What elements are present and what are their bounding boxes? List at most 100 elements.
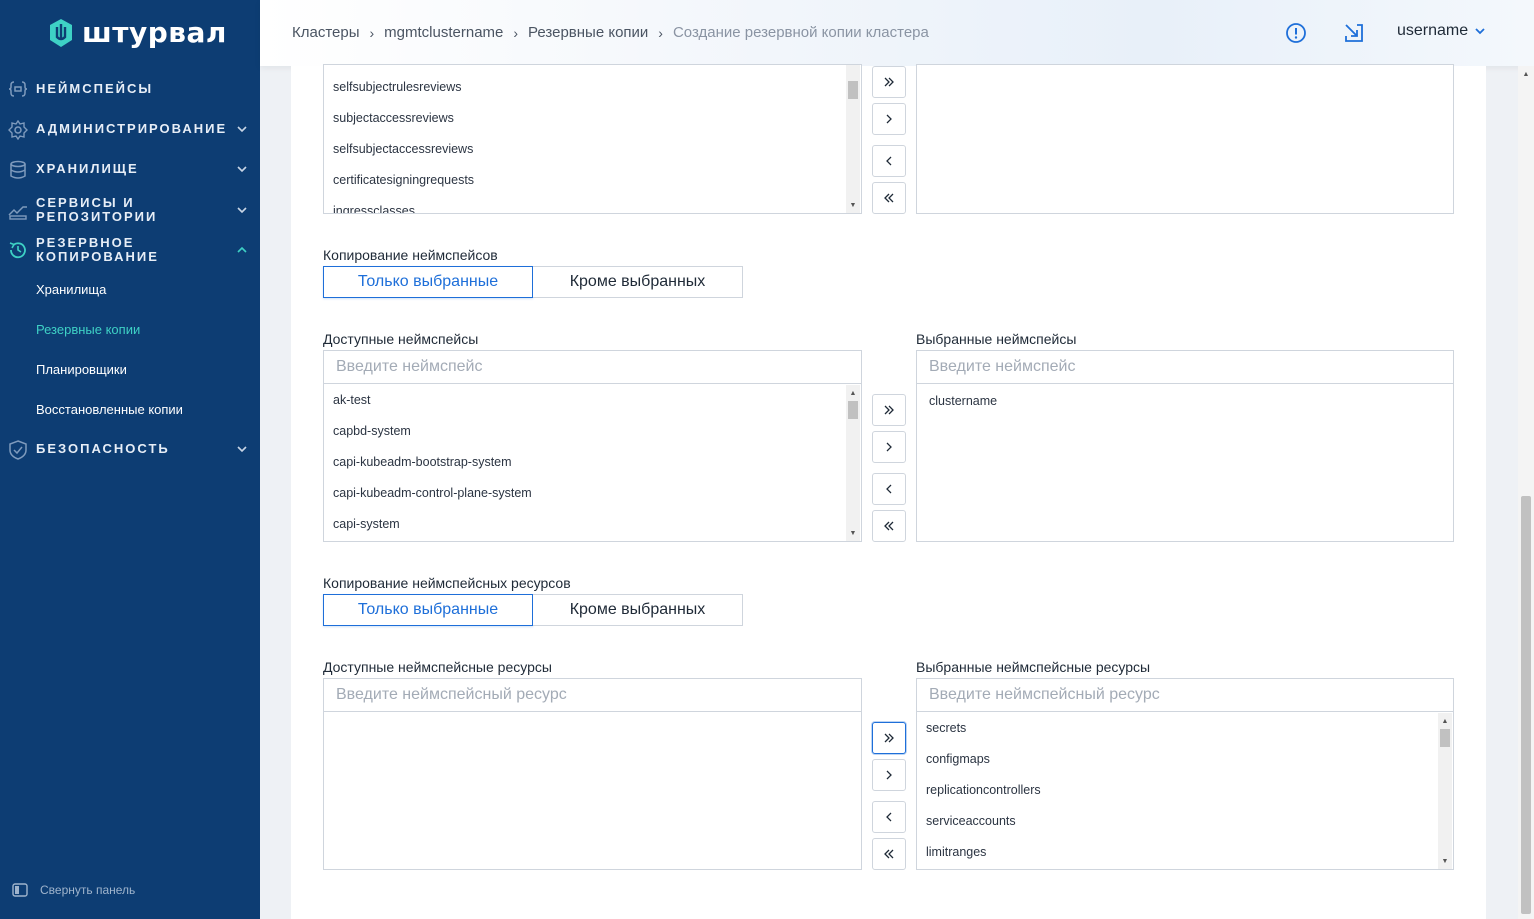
ns-move-all-left-button[interactable]: [872, 510, 906, 542]
res-copy-only-selected[interactable]: Только выбранные: [323, 594, 533, 626]
res-move-all-left-button[interactable]: [872, 838, 906, 870]
list-item[interactable]: capi-system: [324, 509, 845, 540]
brand-name: штурвал: [82, 16, 227, 49]
ns-available-list[interactable]: ak-test capbd-system capi-kubeadm-bootst…: [324, 385, 845, 541]
res-move-left-button[interactable]: [872, 801, 906, 833]
ns-move-right-button[interactable]: [872, 431, 906, 463]
scrollbar-thumb[interactable]: [848, 401, 858, 419]
ns-move-all-right-button[interactable]: [872, 394, 906, 426]
sidebar-subitem-schedulers[interactable]: Планировщики: [36, 362, 127, 377]
move-all-left-button[interactable]: [872, 182, 906, 214]
ns-available-label: Доступные неймспейсы: [323, 331, 479, 347]
ns-selected-search-input[interactable]: [917, 351, 1453, 383]
chevron-right-icon: ›: [513, 24, 519, 41]
res-copy-except-selected[interactable]: Кроме выбранных: [533, 594, 743, 626]
list-item[interactable]: ingressclasses: [324, 196, 845, 213]
sidebar-item-storage[interactable]: Хранилище: [0, 160, 260, 179]
sidebar-item-label: Администрирование: [36, 121, 228, 136]
sidebar-subitem-restores[interactable]: Восстановленные копии: [36, 402, 183, 417]
list-item[interactable]: certificatesigningrequests: [324, 165, 845, 196]
sidebar-item-label: Безопасность: [36, 441, 170, 456]
double-chevron-right-icon: [884, 77, 894, 87]
logo[interactable]: штурвал: [48, 16, 227, 49]
sidebar-subitem-backups[interactable]: Резервные копии: [36, 322, 140, 337]
list-item[interactable]: serviceaccounts: [917, 806, 1437, 837]
res-selected-label: Выбранные неймспейсные ресурсы: [916, 659, 1151, 675]
external-link-icon[interactable]: [1343, 22, 1365, 44]
ns-selected-box: clustername: [916, 350, 1454, 542]
chevron-down-icon: [237, 446, 247, 453]
list-item[interactable]: ak-test: [324, 385, 845, 416]
list-item[interactable]: limitranges: [917, 837, 1437, 868]
ns-available-search-input[interactable]: [324, 351, 861, 383]
list-item[interactable]: clustername: [920, 386, 1453, 417]
list-item[interactable]: selfsubjectaccessreviews: [324, 134, 845, 165]
page-scrollbar[interactable]: ▲: [1518, 66, 1534, 919]
collapse-label: Свернуть панель: [40, 883, 136, 897]
move-all-right-button[interactable]: [872, 66, 906, 98]
breadcrumb-cluster[interactable]: mgmtclustername: [384, 24, 503, 41]
ns-available-search: [324, 351, 861, 384]
scrollbar-thumb[interactable]: [1440, 729, 1450, 747]
page-scrollbar-thumb[interactable]: [1521, 496, 1531, 914]
res-copy-mode: Только выбранные Кроме выбранных: [323, 594, 743, 626]
list-item[interactable]: replicationcontrollers: [917, 775, 1437, 806]
chevron-right-icon: ›: [658, 24, 663, 41]
list[interactable]: selfsubjectrulesreviews subjectaccessrev…: [324, 72, 845, 213]
username: username: [1397, 22, 1469, 39]
ns-selected-list[interactable]: clustername: [920, 386, 1453, 541]
res-selected-search-input[interactable]: [917, 679, 1453, 711]
chevron-right-icon: [886, 770, 892, 780]
scrollbar[interactable]: ▼: [846, 65, 860, 213]
res-available-list[interactable]: [324, 713, 861, 869]
ns-copy-only-selected[interactable]: Только выбранные: [323, 266, 533, 298]
ns-copy-label: Копирование неймспейсов: [323, 247, 498, 263]
breadcrumb-backups[interactable]: Резервные копии: [528, 24, 648, 41]
cluster-resources-selected-list[interactable]: [916, 64, 1454, 214]
res-move-all-right-button[interactable]: [872, 722, 906, 754]
sidebar-item-services[interactable]: Сервисы и репозитории: [0, 196, 260, 224]
scrollbar[interactable]: ▲ ▼: [846, 385, 860, 541]
list-item[interactable]: selfsubjectrulesreviews: [324, 72, 845, 103]
user-menu[interactable]: username: [1397, 22, 1486, 40]
breadcrumb-current: Создание резервной копии кластера: [672, 24, 929, 41]
scroll-down-icon[interactable]: ▼: [846, 527, 860, 539]
move-right-button[interactable]: [872, 103, 906, 135]
chevron-right-icon: ›: [369, 24, 375, 41]
chevron-down-icon: [237, 126, 247, 133]
scroll-up-icon[interactable]: ▲: [1438, 715, 1452, 727]
list-item[interactable]: configmaps: [917, 744, 1437, 775]
list-item[interactable]: capbd-system: [324, 416, 845, 447]
double-chevron-left-icon: [884, 849, 894, 859]
sidebar-item-backup[interactable]: Резервное копирование: [0, 236, 260, 264]
alert-icon[interactable]: [1285, 22, 1307, 44]
collapse-sidebar-button[interactable]: Свернуть панель: [12, 882, 135, 898]
scrollbar[interactable]: ▲ ▼: [1438, 713, 1452, 869]
scroll-up-icon[interactable]: ▲: [1518, 68, 1534, 80]
scroll-up-icon[interactable]: ▲: [846, 387, 860, 399]
sidebar-subitem-storages[interactable]: Хранилища: [36, 282, 106, 297]
sidebar-item-namespaces[interactable]: Неймспейсы: [0, 80, 260, 98]
sidebar-item-security[interactable]: Безопасность: [0, 440, 260, 460]
list-item[interactable]: secrets: [917, 713, 1437, 744]
res-selected-list[interactable]: secrets configmaps replicationcontroller…: [917, 713, 1437, 869]
ns-copy-except-selected[interactable]: Кроме выбранных: [533, 266, 743, 298]
res-available-search: [324, 679, 861, 712]
scroll-down-icon[interactable]: ▼: [1438, 855, 1452, 867]
scrollbar-thumb[interactable]: [848, 81, 858, 99]
chevron-right-icon: [886, 442, 892, 452]
res-move-right-button[interactable]: [872, 759, 906, 791]
move-left-button[interactable]: [872, 145, 906, 177]
logo-icon: [50, 18, 72, 47]
panel-icon: [12, 883, 28, 897]
list-item[interactable]: capi-kubeadm-bootstrap-system: [324, 447, 845, 478]
chevron-down-icon: [237, 207, 247, 214]
res-available-search-input[interactable]: [324, 679, 861, 711]
breadcrumb-clusters[interactable]: Кластеры: [292, 24, 360, 41]
list-item[interactable]: capi-kubeadm-control-plane-system: [324, 478, 845, 509]
chevron-down-icon: [1475, 28, 1485, 35]
list-item[interactable]: subjectaccessreviews: [324, 103, 845, 134]
scroll-down-icon[interactable]: ▼: [846, 199, 860, 211]
sidebar-item-administration[interactable]: Администрирование: [0, 120, 260, 140]
ns-move-left-button[interactable]: [872, 473, 906, 505]
